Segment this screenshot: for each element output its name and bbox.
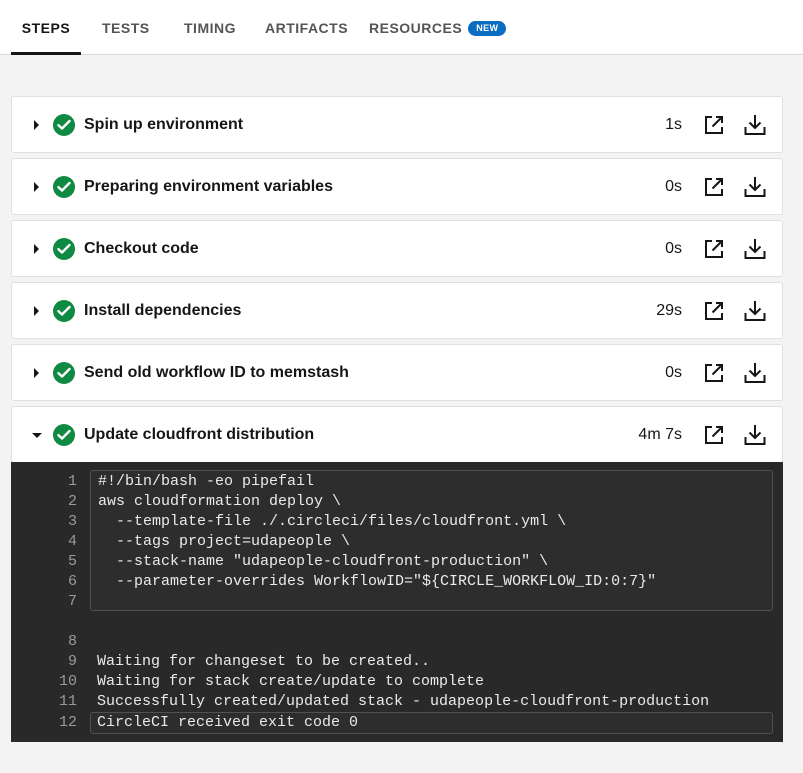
download-icon[interactable] — [743, 237, 767, 261]
command-line: --template-file ./.circleci/files/cloudf… — [98, 513, 567, 530]
tab-tests-label: TESTS — [102, 20, 150, 36]
step-row[interactable]: Send old workflow ID to memstash 0s — [11, 344, 783, 401]
caret-down-icon[interactable] — [32, 433, 42, 438]
success-check-icon — [53, 362, 75, 384]
tab-timing-label: TIMING — [184, 20, 236, 36]
open-external-icon[interactable] — [703, 238, 725, 260]
step-title: Checkout code — [84, 240, 199, 257]
output-line: Waiting for changeset to be created.. — [97, 653, 431, 670]
open-external-icon[interactable] — [703, 114, 725, 136]
caret-right-icon[interactable] — [34, 244, 39, 254]
tab-resources-label: RESOURCES — [369, 20, 463, 36]
open-external-icon[interactable] — [703, 362, 725, 384]
step-title: Send old workflow ID to memstash — [84, 364, 349, 381]
command-line: --parameter-overrides WorkflowID="${CIRC… — [98, 573, 657, 590]
new-badge: NEW — [468, 21, 507, 36]
tab-timing[interactable]: TIMING — [184, 0, 236, 54]
step-row[interactable]: Preparing environment variables 0s — [11, 158, 783, 215]
step-title: Install dependencies — [84, 302, 242, 319]
step-duration: 29s — [656, 302, 682, 319]
line-number: 4 — [67, 533, 77, 550]
line-number: 1 — [67, 473, 77, 490]
caret-right-icon[interactable] — [34, 182, 39, 192]
output-line: CircleCI received exit code 0 — [97, 714, 359, 731]
tab-steps-label: STEPS — [21, 20, 71, 36]
download-icon[interactable] — [743, 175, 767, 199]
step-row[interactable]: Update cloudfront distribution 4m 7s — [11, 406, 783, 463]
tab-steps[interactable]: STEPS — [11, 0, 81, 55]
line-number: 10 — [58, 673, 77, 690]
line-number: 5 — [67, 553, 77, 570]
job-tabs: STEPS TESTS TIMING ARTIFACTS RESOURCES NE… — [0, 0, 803, 55]
step-duration: 0s — [665, 364, 682, 381]
command-line: aws cloudformation deploy \ — [98, 493, 342, 510]
output-line: Waiting for stack create/update to compl… — [97, 673, 485, 690]
step-title: Spin up environment — [84, 116, 244, 133]
command-line: #!/bin/bash -eo pipefail — [98, 473, 315, 490]
line-number: 8 — [67, 633, 77, 650]
caret-right-icon[interactable] — [34, 368, 39, 378]
tab-tests[interactable]: TESTS — [102, 0, 150, 54]
command-line: --tags project=udapeople \ — [98, 533, 351, 550]
success-check-icon — [53, 424, 75, 446]
line-number: 11 — [58, 693, 77, 710]
caret-right-icon[interactable] — [34, 306, 39, 316]
open-external-icon[interactable] — [703, 300, 725, 322]
line-number: 3 — [67, 513, 77, 530]
success-check-icon — [53, 238, 75, 260]
step-duration: 0s — [665, 240, 682, 257]
step-duration: 4m 7s — [638, 426, 682, 443]
download-icon[interactable] — [743, 361, 767, 385]
output-line: Successfully created/updated stack - uda… — [97, 693, 710, 710]
step-duration: 0s — [665, 178, 682, 195]
command-line: --stack-name "udapeople-cloudfront-produ… — [98, 553, 549, 570]
line-number: 9 — [67, 653, 77, 670]
download-icon[interactable] — [743, 299, 767, 323]
download-icon[interactable] — [743, 423, 767, 447]
step-duration: 1s — [665, 116, 682, 133]
tab-artifacts[interactable]: ARTIFACTS — [265, 0, 348, 54]
caret-right-icon[interactable] — [34, 120, 39, 130]
open-external-icon[interactable] — [703, 424, 725, 446]
line-number: 12 — [58, 714, 77, 731]
step-row[interactable]: Checkout code 0s — [11, 220, 783, 277]
line-number: 6 — [67, 573, 77, 590]
tab-artifacts-label: ARTIFACTS — [265, 20, 349, 36]
success-check-icon — [53, 300, 75, 322]
download-icon[interactable] — [743, 113, 767, 137]
line-number: 2 — [67, 493, 77, 510]
step-row[interactable]: Install dependencies 29s — [11, 282, 783, 339]
step-title: Update cloudfront distribution — [84, 426, 315, 443]
line-number: 7 — [67, 593, 77, 610]
success-check-icon — [53, 114, 75, 136]
step-output-console: 1 #!/bin/bash -eo pipefail 2 aws cloudforma… — [11, 462, 783, 742]
step-row[interactable]: Spin up environment 1s — [11, 96, 783, 153]
success-check-icon — [53, 176, 75, 198]
tab-resources[interactable]: RESOURCES NEW — [369, 0, 507, 54]
step-title: Preparing environment variables — [84, 178, 333, 195]
open-external-icon[interactable] — [703, 176, 725, 198]
